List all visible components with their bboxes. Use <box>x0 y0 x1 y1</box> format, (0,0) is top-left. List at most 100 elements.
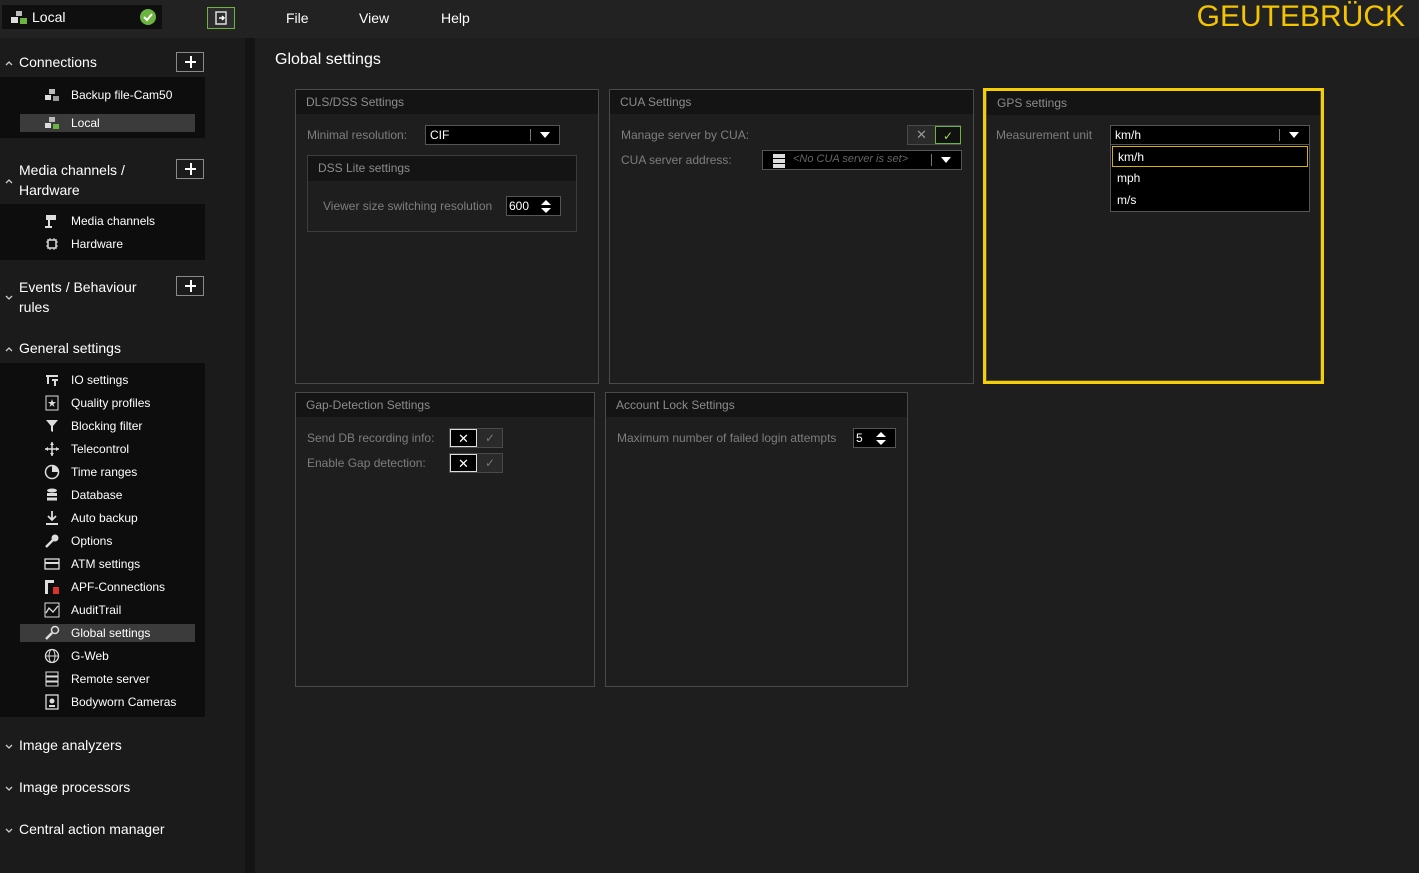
sidebar-item-label: Global settings <box>71 626 151 640</box>
sidebar-item-label: Options <box>71 534 113 548</box>
sidebar-item-database[interactable]: Database <box>20 486 195 504</box>
sidebar-item-label: Media channels <box>71 214 156 228</box>
check-icon: ✓ <box>935 126 961 144</box>
check-icon: ✓ <box>484 456 496 470</box>
bodycam-icon <box>45 694 59 710</box>
sidebar-item-hardware[interactable]: Hardware <box>20 235 195 253</box>
sidebar-item-backup-file[interactable]: Backup file-Cam50 <box>20 86 195 104</box>
apf-icon <box>45 580 59 594</box>
section-title: Connections <box>19 54 97 70</box>
cua-address-label: CUA server address: <box>621 153 732 167</box>
section-connections[interactable]: Connections <box>0 52 205 74</box>
sidebar-item-io-settings[interactable]: IO settings <box>20 371 195 389</box>
sidebar-item-label: Time ranges <box>71 465 138 479</box>
sidebar-item-atm-settings[interactable]: ATM settings <box>20 555 195 573</box>
sidebar-item-time-ranges[interactable]: Time ranges <box>20 463 195 481</box>
panel-title: DSS Lite settings <box>308 156 576 181</box>
section-title-line2: Hardware <box>19 182 80 198</box>
option-m-s[interactable]: m/s <box>1112 190 1308 211</box>
measurement-unit-label: Measurement unit <box>996 128 1093 142</box>
panel-title: GPS settings <box>987 91 1320 115</box>
chevron-up-icon <box>5 61 13 66</box>
panel-title: DLS/DSS Settings <box>296 90 598 114</box>
decrement-arrow-icon[interactable] <box>541 208 551 213</box>
chip-icon <box>46 238 58 250</box>
option-mph[interactable]: mph <box>1112 168 1308 189</box>
section-image-processors[interactable]: Image processors <box>0 777 205 799</box>
add-media-button[interactable] <box>176 159 204 179</box>
option-km-h[interactable]: km/h <box>1112 146 1308 167</box>
panel-title: Account Lock Settings <box>606 393 907 417</box>
filter-icon <box>46 420 58 432</box>
cua-address-select[interactable]: <No CUA server is set> <box>762 150 962 170</box>
login-button[interactable] <box>207 7 235 29</box>
chevron-down-icon <box>1289 132 1299 138</box>
star-icon <box>45 395 59 411</box>
sidebar-item-label: Remote server <box>71 672 150 686</box>
enable-gap-detection-label: Enable Gap detection: <box>307 456 426 470</box>
select-divider <box>931 154 932 166</box>
sidebar-item-label: Quality profiles <box>71 396 151 410</box>
select-divider <box>1279 129 1280 141</box>
select-placeholder: <No CUA server is set> <box>793 153 909 165</box>
sidebar-item-remote-server[interactable]: Remote server <box>20 670 195 688</box>
manage-by-cua-label: Manage server by CUA: <box>621 128 750 142</box>
geutebrueck-logo: GEUTEBRÜCK <box>1196 0 1405 33</box>
viewer-switch-spinner[interactable]: 600 <box>506 196 561 216</box>
close-icon: ✕ <box>450 454 477 472</box>
sidebar-item-label: APF-Connections <box>71 580 166 594</box>
sidebar-item-label: Telecontrol <box>71 442 130 456</box>
send-db-recording-toggle[interactable]: ✕ ✓ <box>449 428 503 448</box>
sidebar-splitter[interactable] <box>245 38 255 873</box>
sidebar-item-apf-connections[interactable]: APF-Connections <box>20 578 195 596</box>
minimal-resolution-select[interactable]: CIF <box>425 125 560 145</box>
sidebar-item-g-web[interactable]: G-Web <box>20 647 195 665</box>
sidebar-item-auto-backup[interactable]: Auto backup <box>20 509 195 527</box>
max-failed-logins-label: Maximum number of failed login attempts <box>617 431 837 445</box>
section-central-action-manager[interactable]: Central action manager <box>0 819 205 841</box>
move-arrows-icon <box>45 442 59 456</box>
max-failed-logins-spinner[interactable]: 5 <box>853 428 896 448</box>
increment-arrow-icon[interactable] <box>541 200 551 205</box>
sidebar-item-audittrail[interactable]: AuditTrail <box>20 601 195 619</box>
section-media-hardware[interactable]: Media channels / Hardware <box>0 160 205 202</box>
connected-check-icon <box>140 9 156 25</box>
network-icon <box>45 89 59 101</box>
sidebar-item-options[interactable]: Options <box>20 532 195 550</box>
sidebar-item-label: Database <box>71 488 123 502</box>
panel-dss-lite: DSS Lite settings <box>307 155 577 232</box>
sidebar-item-local[interactable]: Local <box>20 114 195 132</box>
page-title: Global settings <box>275 51 381 68</box>
sidebar-item-telecontrol[interactable]: Telecontrol <box>20 440 195 458</box>
connection-selector[interactable]: Local <box>2 5 162 29</box>
close-icon: ✕ <box>450 429 477 447</box>
sidebar-item-label: Auto backup <box>71 511 138 525</box>
section-events-behaviour[interactable]: Events / Behaviour rules <box>0 277 205 319</box>
sidebar-item-quality-profiles[interactable]: Quality profiles <box>20 394 195 412</box>
sidebar-item-bodyworn-cameras[interactable]: Bodyworn Cameras <box>20 693 195 711</box>
decrement-arrow-icon[interactable] <box>876 440 886 445</box>
manage-by-cua-toggle[interactable]: ✕ ✓ <box>907 125 961 145</box>
enable-gap-detection-toggle[interactable]: ✕ ✓ <box>449 453 503 473</box>
sidebar-item-media-channels[interactable]: Media channels <box>20 212 195 230</box>
sidebar-item-label: Bodyworn Cameras <box>71 695 177 709</box>
globe-icon <box>44 648 60 664</box>
menu-view[interactable]: View <box>359 10 389 26</box>
chevron-down-icon <box>5 744 13 749</box>
menu-file[interactable]: File <box>286 10 309 26</box>
add-event-button[interactable] <box>176 276 204 296</box>
sidebar-item-label: IO settings <box>71 373 129 387</box>
sidebar-item-global-settings[interactable]: Global settings <box>20 624 195 642</box>
sidebar-item-label: Local <box>71 116 100 130</box>
select-divider <box>530 129 531 141</box>
section-image-analyzers[interactable]: Image analyzers <box>0 735 205 757</box>
database-icon <box>47 488 57 501</box>
sidebar-item-label: Hardware <box>71 237 124 251</box>
section-title: General settings <box>19 340 121 356</box>
sidebar-item-blocking-filter[interactable]: Blocking filter <box>20 417 195 435</box>
section-general-settings[interactable]: General settings <box>0 338 205 360</box>
measurement-unit-select[interactable]: km/h <box>1110 125 1310 145</box>
increment-arrow-icon[interactable] <box>876 432 886 437</box>
menu-help[interactable]: Help <box>441 10 470 26</box>
add-connection-button[interactable] <box>176 52 204 72</box>
